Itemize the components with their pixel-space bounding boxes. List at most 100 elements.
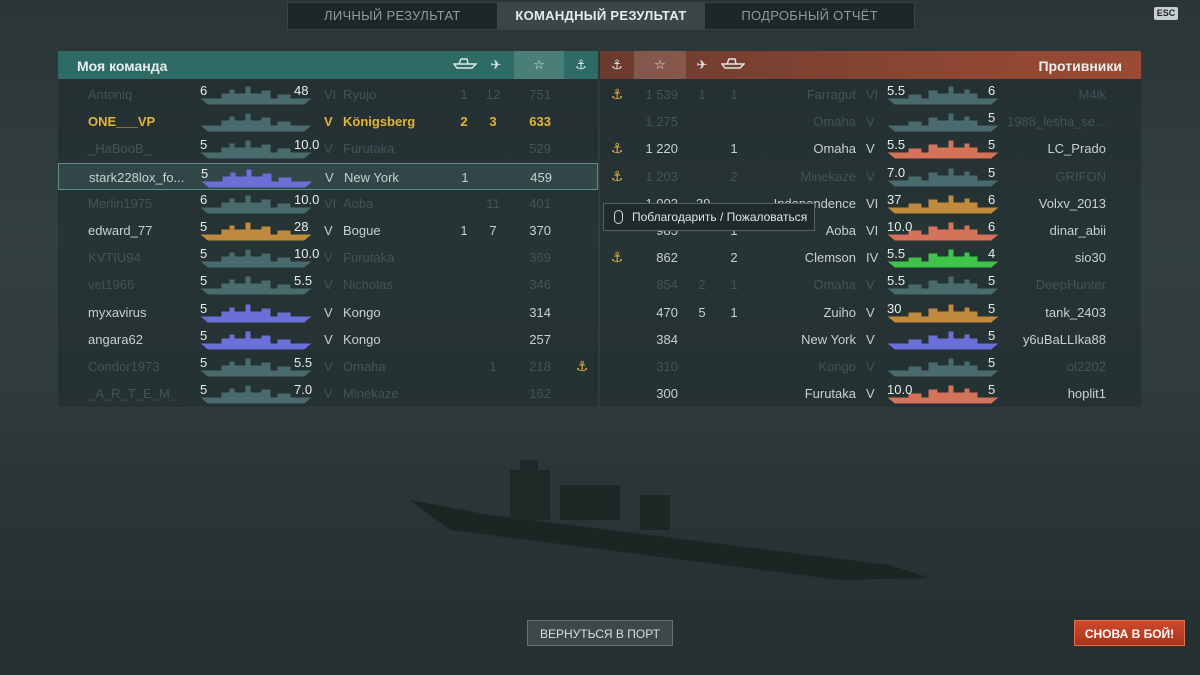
ship-name: Minekaze — [343, 386, 399, 402]
ship-level-right: 48 — [294, 83, 309, 98]
ship-level-left: 5.5 — [887, 137, 906, 153]
enemy-player-row[interactable]: ⚓ 1 220 1 Omaha V 5.5 5 LC_Prado — [600, 135, 1141, 162]
ship-tier: V — [325, 169, 334, 185]
planes-destroyed-value: 5 — [698, 304, 706, 320]
enemy-player-row[interactable]: 310 Kongo V 5 ol2202 — [600, 353, 1141, 380]
my-team-player-row[interactable]: vet1966 5 5.5 V Nicholas 346 — [58, 271, 598, 298]
ship-tier: VI — [324, 195, 337, 211]
ship-tier: V — [866, 168, 875, 184]
tab-detailed-report[interactable]: ПОДРОБНЫЙ ОТЧЁТ — [705, 3, 914, 29]
mouse-icon — [614, 210, 623, 224]
enemy-player-row[interactable]: 300 Furutaka V 10.0 5 hoplit1 — [600, 380, 1141, 407]
ship-name: Farragut — [806, 87, 856, 102]
battle-again-button[interactable]: СНОВА В БОЙ! — [1074, 620, 1185, 646]
ship-tier: V — [324, 304, 333, 320]
experience-value: 314 — [529, 304, 551, 320]
enemy-player-row[interactable]: 470 5 1 Zuiho V 30 5 tank_2403 — [600, 299, 1141, 326]
player-name: stark228lox_fo... — [89, 169, 185, 185]
ships-destroyed-value: 1 — [730, 277, 738, 293]
ship-name: Omaha — [343, 359, 386, 374]
ship-level-left: 5.5 — [887, 246, 906, 262]
enemy-player-row[interactable]: ⚓ 1 539 1 1 Farragut VI 5.5 6 M4ik — [600, 81, 1141, 108]
ship-level-right: 5.5 — [294, 273, 313, 289]
ship-level-left: 5 — [200, 300, 208, 316]
player-name: KVTIU94 — [88, 250, 141, 266]
ship-name: Minekaze — [800, 168, 856, 184]
planes-destroyed-icon[interactable]: ✈ — [482, 51, 510, 79]
my-team-player-row[interactable]: angara62 5 V Kongo 257 — [58, 326, 598, 353]
ship-tier: V — [324, 114, 333, 130]
ships-destroyed-value: 1 — [460, 87, 468, 102]
enemy-player-row[interactable]: 854 2 1 Omaha V 5.5 5 DeepHunter — [600, 271, 1141, 298]
anchor-icon[interactable]: ⚓ — [602, 51, 632, 79]
ship-level-left: 6 — [200, 83, 208, 98]
ship-level-right: 6 — [988, 83, 996, 98]
player-name: dinar_abii — [1049, 223, 1106, 238]
ship-level-right: 5 — [988, 137, 996, 153]
my-team-player-row[interactable]: myxavirus 5 V Kongo 314 — [58, 299, 598, 326]
ship-level-right: 5 — [988, 382, 996, 398]
experience-value: 459 — [530, 169, 552, 185]
planes-destroyed-value: 2 — [698, 277, 706, 293]
ship-name: New York — [344, 169, 399, 185]
tab-personal-result[interactable]: ЛИЧНЫЙ РЕЗУЛЬТАТ — [288, 3, 497, 29]
esc-button[interactable]: ESC — [1154, 7, 1178, 20]
player-name: LC_Prado — [1047, 141, 1106, 157]
star-icon[interactable]: ☆ — [634, 51, 686, 79]
ship-name: Kongo — [343, 304, 381, 320]
anchor-icon[interactable]: ⚓ — [566, 51, 596, 79]
ship-name: Bogue — [343, 223, 381, 238]
ship-level-right: 6 — [988, 219, 996, 234]
ships-destroyed-value: 2 — [730, 168, 738, 184]
planes-destroyed-value: 7 — [489, 223, 497, 238]
enemy-player-row[interactable]: 384 New York V 5 y6uBaLLIka88 — [600, 326, 1141, 353]
player-name: tank_2403 — [1045, 304, 1106, 320]
ship-level-right: 5 — [988, 327, 996, 343]
ship-level-left: 5 — [201, 165, 209, 181]
enemy-player-row[interactable]: ⚓ 862 2 Clemson IV 5.5 4 sio30 — [600, 244, 1141, 271]
ship-tier: V — [866, 277, 875, 293]
enemy-player-row[interactable]: ⚓ 1 203 2 Minekaze V 7.0 5 GRIFON — [600, 163, 1141, 190]
my-team-player-row[interactable]: Merlin1975 6 10.0 VI Aoba 11 401 — [58, 190, 598, 217]
planes-destroyed-value: 11 — [486, 195, 500, 211]
ship-level-right: 5.5 — [294, 355, 313, 370]
planes-destroyed-icon[interactable]: ✈ — [688, 51, 716, 79]
ship-level-left: 7.0 — [887, 164, 906, 180]
experience-value: 369 — [529, 250, 551, 266]
my-team-player-row[interactable]: stark228lox_fo... 5 V New York 1 459 — [58, 162, 598, 190]
ship-level-left: 5 — [200, 382, 208, 398]
ship-level-left: 10.0 — [887, 219, 913, 234]
ship-name: Nicholas — [343, 277, 393, 293]
ship-level-right: 5 — [988, 355, 996, 370]
return-to-port-button[interactable]: ВЕРНУТЬСЯ В ПОРТ — [527, 620, 673, 646]
my-team-player-row[interactable]: _A_R_T_E_M_ 5 7.0 V Minekaze 162 — [58, 380, 598, 407]
my-team-player-row[interactable]: KVTIU94 5 10.0 V Furutaka 369 — [58, 244, 598, 271]
my-team-player-row[interactable]: _HaBooB_ 5 10.0 V Furutaka 529 — [58, 135, 598, 162]
ship-name: Ryujo — [343, 87, 377, 102]
experience-value: 862 — [656, 250, 678, 266]
ship-silhouette-icon — [201, 169, 313, 188]
my-team-player-row[interactable]: Antoniq 6 48 VI Ryujo 1 12 751 — [58, 81, 598, 108]
ships-destroyed-icon[interactable] — [718, 51, 748, 79]
player-name: myxavirus — [88, 304, 147, 320]
ship-silhouette-icon — [887, 331, 999, 350]
experience-value: 218 — [529, 359, 551, 374]
ships-destroyed-icon[interactable] — [450, 51, 480, 79]
experience-value: 1 275 — [645, 114, 678, 130]
ships-destroyed-value: 2 — [460, 114, 468, 130]
my-team-player-row[interactable]: ONE___VP V Königsberg 2 3 633 — [58, 108, 598, 135]
ship-name: Furutaka — [343, 250, 395, 266]
player-name: angara62 — [88, 331, 143, 347]
ship-name: Omaha — [813, 277, 856, 293]
experience-value: 633 — [529, 114, 551, 130]
star-icon[interactable]: ☆ — [514, 51, 564, 79]
ship-name: Kongo — [343, 331, 381, 347]
anchor-icon: ⚓ — [610, 249, 624, 266]
enemy-player-row[interactable]: 1 275 Omaha V 5 1988_lesha_se... — [600, 108, 1141, 135]
tab-team-result[interactable]: КОМАНДНЫЙ РЕЗУЛЬТАТ — [496, 3, 706, 29]
my-team-title: Моя команда — [77, 58, 168, 74]
my-team-player-row[interactable]: edward_77 5 28 V Bogue 1 7 370 — [58, 217, 598, 244]
tooltip: Поблагодарить / Пожаловаться — [603, 203, 815, 231]
my-team-player-row[interactable]: Condor1973 5 5.5 V Omaha 1 218 ⚓ — [58, 353, 598, 380]
planes-destroyed-value: 12 — [485, 87, 501, 102]
